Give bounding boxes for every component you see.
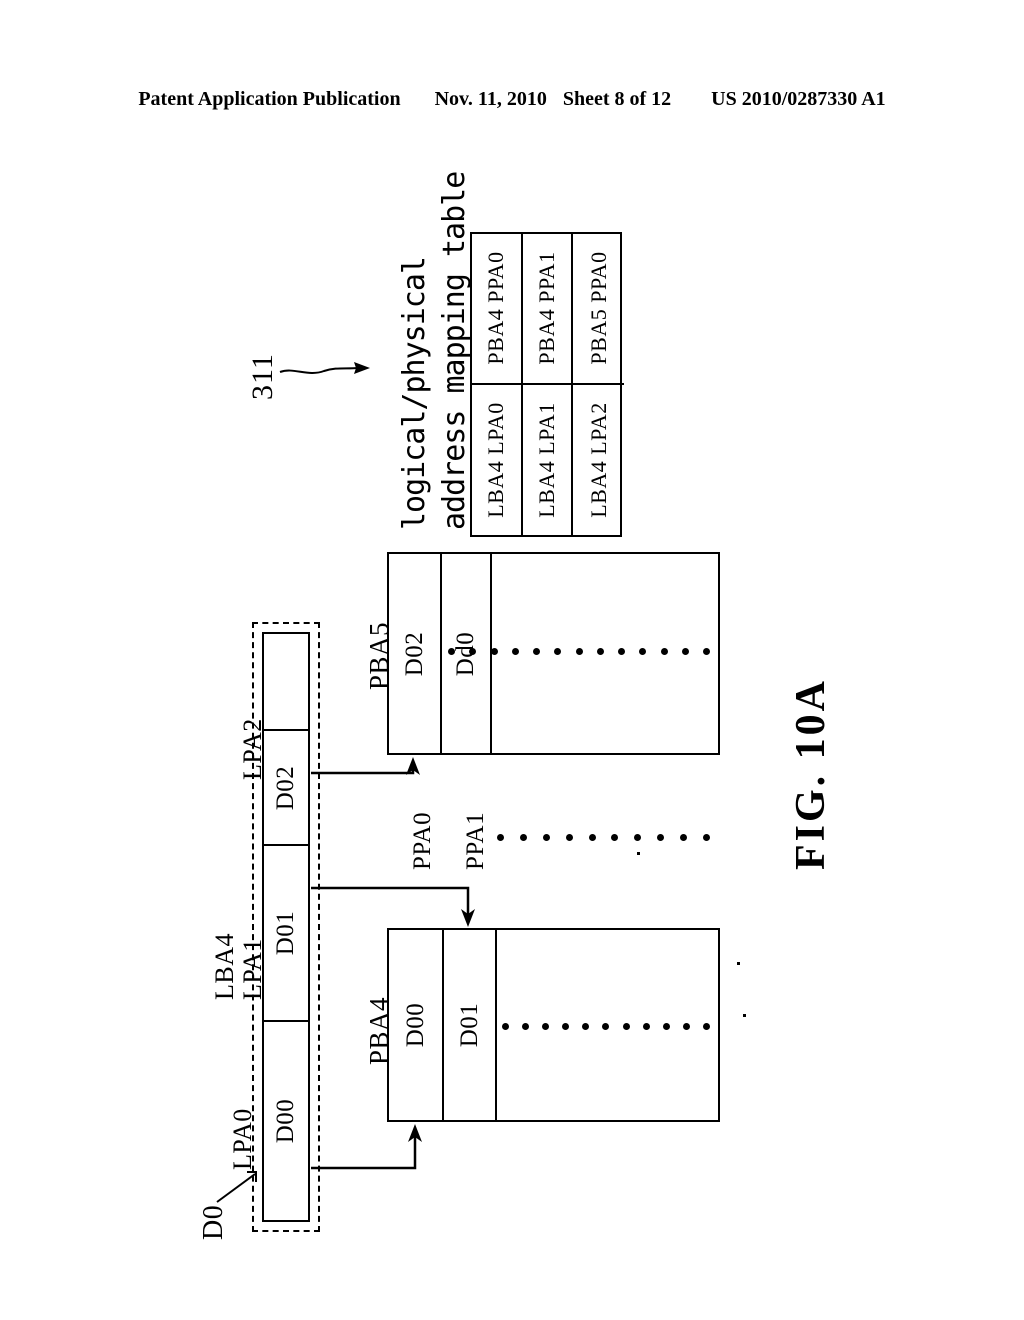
ellipsis-dot [618, 647, 625, 655]
mapping-table-title-line2: address mapping table [437, 171, 472, 530]
reference-numeral-311: 311 [246, 353, 279, 400]
lpa2-label: LPA2 [238, 718, 267, 780]
logical-cell-lpa2-text: D02 [272, 765, 299, 810]
ellipsis-dot [490, 647, 498, 655]
pba4-cell-1-text: D01 [455, 1002, 483, 1048]
ellipsis-dot [642, 1022, 650, 1030]
lba4-label: LBA4 [210, 933, 239, 1000]
scan-artifact [737, 962, 740, 965]
header-date: Nov. 11, 2010 [434, 88, 547, 110]
ellipsis-dot [657, 833, 665, 841]
publication-header: Patent Application Publication Nov. 11, … [0, 88, 1024, 118]
table-cell-logical: LBA4 LPA2 [573, 385, 624, 536]
table-cell-logical: LBA4 LPA1 [523, 385, 572, 536]
logical-physical-mapping-table: PBA4 PPA0 LBA4 LPA0 PBA4 PPA1 LBA4 LPA1 … [470, 232, 624, 537]
pba5-cell-0: D02 [389, 554, 442, 753]
mapping-table-title-line1: logical/physical [397, 257, 432, 530]
table-cell-logical: LBA4 LPA0 [472, 385, 521, 536]
ellipsis-dot [703, 647, 710, 655]
logical-cell-empty [264, 634, 308, 731]
ellipsis-dot [542, 1022, 550, 1030]
header-patent-number: US 2010/0287330 A1 [711, 88, 886, 110]
pba4-ellipsis-dots [502, 1022, 710, 1030]
ellipsis-dot [639, 647, 647, 655]
ellipsis-dot [596, 647, 604, 655]
ellipsis-dot [554, 647, 562, 655]
pba4-cell-0-text: D00 [401, 1002, 429, 1048]
table-cell-physical: PBA5 PPA0 [573, 234, 624, 385]
table-row: PBA4 PPA0 LBA4 LPA0 [472, 234, 523, 535]
d0-leader-line-icon [216, 1171, 257, 1203]
ellipsis-dot [611, 833, 619, 841]
ellipsis-dot [533, 647, 540, 655]
ppa0-label: PPA0 [409, 811, 436, 870]
page-address-ellipsis-dots [497, 833, 710, 841]
table-cell-text: LBA4 LPA0 [483, 401, 509, 518]
ellipsis-dot [497, 833, 504, 841]
ellipsis-dot [622, 1022, 630, 1030]
pba5-ellipsis-dots [448, 647, 710, 655]
logical-page-strip: D02 D01 D00 [262, 632, 310, 1222]
ellipsis-dot [469, 647, 477, 655]
ellipsis-dot [660, 647, 668, 655]
reference-leader-arrow-icon [279, 362, 370, 374]
table-cell-physical: PBA4 PPA0 [472, 234, 521, 385]
logical-cell-lpa1: D01 [264, 846, 308, 1022]
table-row: PBA4 PPA1 LBA4 LPA1 [522, 234, 574, 536]
ellipsis-dot [502, 1022, 509, 1030]
logical-cell-lpa0: D00 [264, 1022, 308, 1220]
table-cell-text: LBA4 LPA1 [533, 401, 559, 518]
pba5-cell-0-text: D02 [400, 631, 428, 676]
ellipsis-dot [565, 833, 573, 841]
table-cell-physical: PBA4 PPA1 [522, 234, 572, 385]
table-cell-text: PBA5 PPA0 [585, 251, 611, 365]
ellipsis-dot [662, 1022, 670, 1030]
ellipsis-dot [448, 647, 455, 655]
ellipsis-dot [511, 647, 519, 655]
ellipsis-dot [575, 647, 583, 655]
lpa1-label: LPA1 [238, 938, 267, 1000]
table-cell-text: LBA4 LPA2 [585, 401, 611, 518]
ellipsis-dot [562, 1022, 570, 1030]
table-cell-text: PBA4 PPA1 [533, 251, 559, 365]
logical-cell-lpa2: D02 [264, 731, 308, 846]
ellipsis-dot [682, 1022, 690, 1030]
logical-cell-lpa1-text: D01 [272, 910, 299, 956]
pba4-cell-0: D00 [389, 930, 444, 1120]
table-row: PBA5 PPA0 LBA4 LPA2 [573, 234, 624, 535]
scan-artifact [743, 1014, 746, 1017]
d0-group-label: D0 [198, 1204, 229, 1240]
table-cell-text: PBA4 PPA0 [483, 251, 509, 365]
figure-label: FIG. 10A [788, 678, 834, 870]
ellipsis-dot [588, 833, 596, 841]
ellipsis-dot [702, 1022, 710, 1030]
ppa1-label: PPA1 [462, 811, 489, 870]
ellipsis-dot [634, 833, 642, 841]
pba4-cell-1: D01 [444, 930, 497, 1120]
scan-artifact [637, 852, 640, 855]
logical-cell-lpa0-text: D00 [272, 1098, 299, 1144]
ellipsis-dot [680, 833, 687, 841]
ellipsis-dot [602, 1022, 610, 1030]
ellipsis-dot [522, 1022, 530, 1030]
header-publication-label: Patent Application Publication [138, 88, 401, 110]
lpa0-label: LPA0 [228, 1108, 257, 1170]
header-sheet: Sheet 8 of 12 [562, 88, 672, 110]
ellipsis-dot [681, 647, 689, 655]
ellipsis-dot [702, 833, 710, 841]
ellipsis-dot [582, 1022, 590, 1030]
ellipsis-dot [519, 833, 527, 841]
ellipsis-dot [542, 833, 550, 841]
